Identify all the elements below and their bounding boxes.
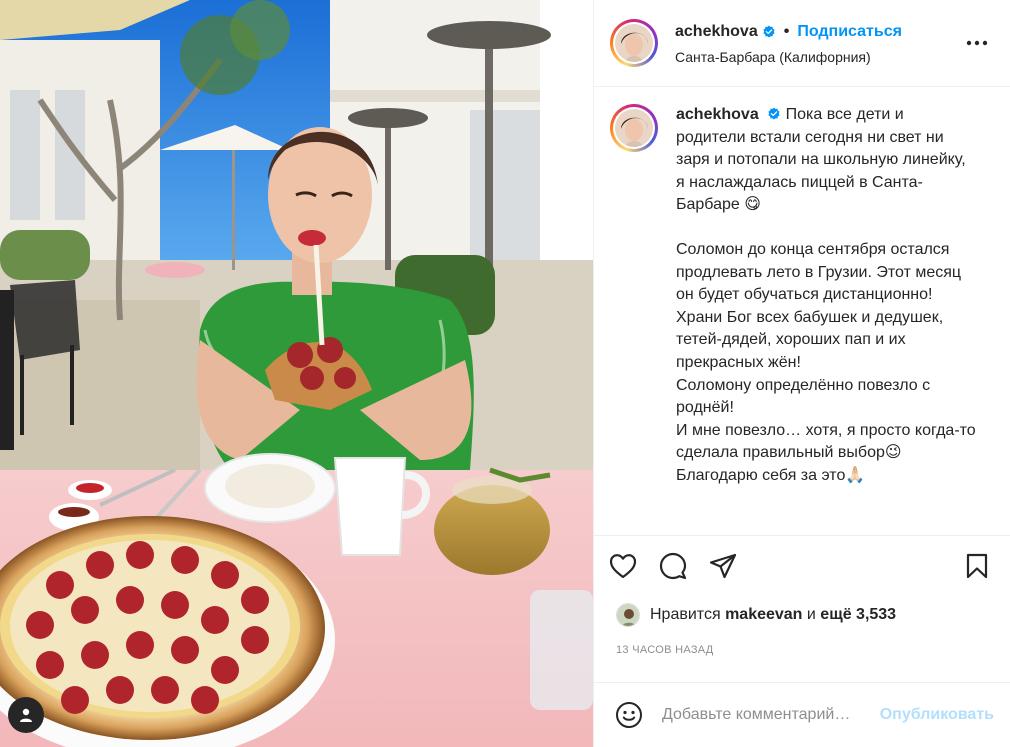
liker-username[interactable]: makeevan — [725, 606, 802, 624]
more-options-button[interactable] — [964, 30, 990, 56]
caption-line: Благодарю себя за это🙏🏻 — [676, 466, 866, 484]
post-panel: achekhova • Подписаться Санта-Барбара (К… — [593, 0, 1010, 747]
emoji-button[interactable] — [614, 700, 644, 730]
heart-icon — [609, 553, 637, 578]
header-separator: • — [783, 23, 790, 40]
post-photo[interactable] — [0, 0, 593, 747]
verified-badge-icon — [768, 107, 780, 120]
avatar-photo — [615, 24, 653, 62]
post-location[interactable]: Санта-Барбара (Калифорния) — [675, 49, 902, 65]
caption-text: achekhova Пока все дети и родители встал… — [676, 104, 976, 488]
verified-badge-icon — [763, 25, 775, 38]
caption-line: И мне повезло… хотя, я просто когда-то с… — [676, 421, 976, 462]
likes-joiner: и — [806, 606, 816, 623]
caption-line-break — [676, 217, 976, 239]
caption-author-avatar[interactable] — [610, 104, 658, 152]
caption-line: Соломон до конца сентября остался продле… — [676, 240, 962, 304]
follow-button[interactable]: Подписаться — [797, 23, 902, 41]
post-header: achekhova • Подписаться Санта-Барбара (К… — [594, 0, 1010, 87]
smiley-icon — [616, 702, 642, 728]
post-timestamp[interactable]: 13 часов назад — [616, 644, 714, 656]
likes-prefix: Нравится — [650, 606, 721, 623]
person-icon — [20, 708, 32, 722]
tagged-people-button[interactable] — [8, 697, 44, 733]
avatar-photo — [615, 109, 653, 147]
caption-line: Соломону определённо повезло с роднёй! — [676, 376, 931, 417]
comment-box: Опубликовать — [594, 682, 1010, 747]
avatar-photo — [617, 604, 639, 626]
caption-username[interactable]: achekhova — [676, 106, 759, 123]
post-image — [0, 0, 593, 747]
comment-input[interactable] — [662, 706, 880, 724]
publish-button[interactable]: Опубликовать — [880, 706, 994, 724]
paper-plane-icon — [709, 553, 737, 578]
likes-count[interactable]: ещё 3,533 — [820, 606, 896, 624]
caption-area[interactable]: achekhova Пока все дети и родители встал… — [594, 88, 1010, 535]
action-bar — [594, 535, 1010, 595]
author-username[interactable]: achekhova — [675, 23, 758, 41]
caption-line: Храни Бог всех бабушек и дедушек, тетей-… — [676, 308, 944, 371]
share-button[interactable] — [708, 551, 738, 581]
liker-avatar[interactable] — [616, 603, 640, 627]
comment-button[interactable] — [658, 551, 688, 581]
save-button[interactable] — [962, 551, 992, 581]
bookmark-icon — [966, 553, 988, 578]
more-options-icon — [966, 40, 988, 46]
comment-icon — [659, 552, 687, 579]
author-avatar[interactable] — [610, 19, 658, 67]
likes-summary: Нравится makeevan и ещё 3,533 — [616, 603, 896, 627]
like-button[interactable] — [608, 551, 638, 581]
